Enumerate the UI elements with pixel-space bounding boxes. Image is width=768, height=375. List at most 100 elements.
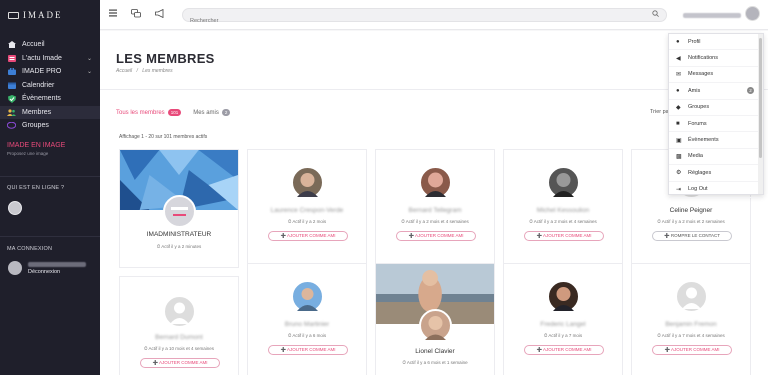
breadcrumb-home[interactable]: Accueil xyxy=(116,68,132,74)
chat-icon xyxy=(7,122,16,130)
scrollbar[interactable] xyxy=(758,34,763,194)
member-activity: ⏱ Actif il y a 7 mois xyxy=(543,333,583,338)
gear-icon: ⚙ xyxy=(676,170,682,177)
add-friend-button[interactable]: ➕ AJOUTER COMME AMI xyxy=(268,345,348,355)
menu-item-forums[interactable]: ■ Forums xyxy=(669,116,763,133)
chevron-down-icon[interactable]: ⌄ xyxy=(87,68,92,75)
menu-item-label: Forums xyxy=(688,120,707,127)
brand[interactable]: IMADE xyxy=(0,0,100,30)
breadcrumb-separator: / xyxy=(136,68,138,74)
member-card[interactable]: Bernard Tellegram ⏱ Actif il y a 2 mois … xyxy=(375,149,495,268)
member-card[interactable]: Laurence Crespon-Verde ⏱ Actif il y a 2 … xyxy=(247,149,367,268)
member-name[interactable]: Benjamin Fremon xyxy=(632,321,750,328)
avatar[interactable] xyxy=(547,166,580,199)
member-name[interactable]: Frederic Langel xyxy=(504,321,622,328)
menu-item-messages[interactable]: ✉ Messages xyxy=(669,67,763,84)
member-name[interactable]: Bernard Tellegram xyxy=(376,207,494,214)
menu-item-label: Réglages xyxy=(688,169,712,176)
add-friend-button[interactable]: ➕ AJOUTER COMME AMI xyxy=(524,231,604,241)
add-friend-button[interactable]: ➕ AJOUTER COMME AMI xyxy=(524,345,604,355)
search-input[interactable] xyxy=(183,15,623,27)
add-friend-button[interactable]: ➕ AJOUTER COMME AMI xyxy=(652,345,732,355)
breadcrumb-current: Les membres xyxy=(142,68,173,74)
member-card[interactable]: IMADMINISTRATEUR ⏱ Actif il y a 2 minute… xyxy=(119,149,239,268)
promo[interactable]: IMADE EN IMAGE Proposez une image xyxy=(0,142,100,156)
member-activity: ⏱ Actif il y a 7 mois et 4 semaines xyxy=(657,333,725,338)
avatar[interactable] xyxy=(419,309,452,342)
add-friend-button[interactable]: ➕ AJOUTER COMME AMI xyxy=(140,358,220,368)
scrollbar-thumb[interactable] xyxy=(759,38,762,158)
avatar[interactable] xyxy=(163,195,196,228)
add-friend-button[interactable]: ➕ AJOUTER COMME AMI xyxy=(396,231,476,241)
menu-item-media[interactable]: ▩ Media xyxy=(669,149,763,166)
user-name-blurred[interactable] xyxy=(683,13,741,18)
menu-item-label: Amis xyxy=(688,87,701,94)
avatar[interactable] xyxy=(291,166,324,199)
count-badge: 2 xyxy=(747,87,754,95)
sidebar-item-membres[interactable]: Membres xyxy=(0,105,100,119)
sidebar-item-label: Groupes xyxy=(22,122,49,130)
search-icon[interactable] xyxy=(652,10,659,19)
count-badge: 101 xyxy=(167,109,182,116)
avatar[interactable] xyxy=(675,280,708,313)
avatar[interactable] xyxy=(291,280,324,313)
menu-item-events[interactable]: ▣ Évènements xyxy=(669,132,763,149)
avatar[interactable] xyxy=(745,6,760,21)
logout-link[interactable]: Déconnexion xyxy=(28,269,86,275)
avatar[interactable] xyxy=(8,201,22,215)
member-name[interactable]: Bruno Martinier xyxy=(248,321,366,328)
member-card[interactable]: Benjamin Fremon ⏱ Actif il y a 7 mois et… xyxy=(631,263,751,375)
sidebar-item-groupes[interactable]: Groupes xyxy=(0,119,100,133)
member-card[interactable]: Michel Kessoulion ⏱ Actif il y a 2 mois … xyxy=(503,149,623,268)
tab-my-friends[interactable]: Mes amis 2 xyxy=(193,109,231,116)
sidebar-nav: Accueil L'actu Imade ⌄ IMADE PRO ⌄ Calen… xyxy=(0,38,100,133)
avatar[interactable] xyxy=(547,280,580,313)
results-count: Affichage 1 - 20 sur 101 membres actifs xyxy=(119,134,208,140)
member-card[interactable]: Bernard Dumont ⏱ Actif il y a 10 mois et… xyxy=(119,276,239,375)
avatar[interactable] xyxy=(8,261,22,275)
sidebar-item-actu[interactable]: L'actu Imade ⌄ xyxy=(0,52,100,66)
divider xyxy=(0,176,100,177)
member-name[interactable]: Michel Kessoulion xyxy=(504,207,622,214)
user-icon: ● xyxy=(676,38,680,45)
menu-item-profile[interactable]: ● Profil xyxy=(669,34,763,51)
menu-item-notifications[interactable]: ◀ Notifications xyxy=(669,50,763,67)
member-activity: ⏱ Actif il y a 2 mois xyxy=(287,219,327,224)
member-card[interactable]: Frederic Langel ⏱ Actif il y a 7 mois ➕ … xyxy=(503,263,623,375)
user-name-blurred xyxy=(28,261,86,267)
tab-all-members[interactable]: Tous les membres 101 xyxy=(116,109,182,116)
news-icon xyxy=(7,54,16,62)
sidebar-item-label: Calendrier xyxy=(22,81,55,89)
megaphone-icon[interactable] xyxy=(155,8,165,21)
member-tabs: Tous les membres 101 Mes amis 2 xyxy=(116,109,231,116)
sidebar-item-evenements[interactable]: Évènements xyxy=(0,92,100,106)
sidebar-item-calendrier[interactable]: Calendrier xyxy=(0,79,100,93)
member-name[interactable]: Lionel Clavier xyxy=(376,348,494,355)
chat-bubbles-icon[interactable] xyxy=(131,9,141,21)
member-card[interactable]: Bruno Martinier ⏱ Actif il y a 6 mois ➕ … xyxy=(247,263,367,375)
friends-icon: ● xyxy=(676,87,680,94)
menu-item-settings[interactable]: ⚙ Réglages xyxy=(669,165,763,182)
breadcrumb: Accueil / Les membres xyxy=(116,68,173,74)
promo-title[interactable]: IMADE EN IMAGE xyxy=(7,142,100,149)
list-icon[interactable] xyxy=(109,9,117,20)
member-name[interactable]: Celine Peigner xyxy=(632,207,750,214)
menu-item-groups[interactable]: ◆ Groupes xyxy=(669,100,763,116)
chevron-down-icon[interactable]: ⌄ xyxy=(87,55,92,62)
menu-item-logout[interactable]: ⇥ Log Out xyxy=(669,182,763,198)
sidebar-item-accueil[interactable]: Accueil xyxy=(0,38,100,52)
sidebar-item-pro[interactable]: IMADE PRO ⌄ xyxy=(0,65,100,79)
member-card[interactable]: Lionel Clavier ⏱ Actif il y a 6 mois et … xyxy=(375,263,495,375)
menu-item-friends[interactable]: ● Amis 2 xyxy=(669,83,763,100)
add-friend-button[interactable]: ➕ AJOUTER COMME AMI xyxy=(268,231,348,241)
promo-subtitle: Proposez une image xyxy=(7,150,49,156)
avatar[interactable] xyxy=(163,295,196,328)
member-name[interactable]: Bernard Dumont xyxy=(120,334,238,341)
member-activity: ⏱ Actif il y a 2 mois et 2 semaines xyxy=(657,219,725,224)
megaphone-icon: ◀ xyxy=(676,55,681,62)
remove-contact-button[interactable]: ➕ ROMPRE LE CONTACT xyxy=(652,231,732,241)
menu-item-label: Notifications xyxy=(688,55,718,62)
member-name[interactable]: IMADMINISTRATEUR xyxy=(120,231,238,238)
avatar[interactable] xyxy=(419,166,452,199)
member-name[interactable]: Laurence Crespon-Verde xyxy=(248,207,366,214)
